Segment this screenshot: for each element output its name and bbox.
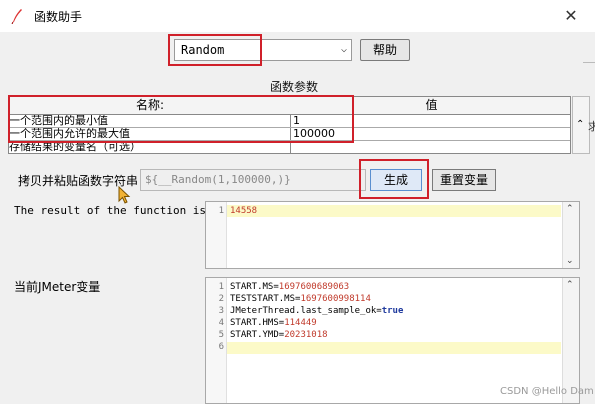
mouse-pointer-icon (118, 186, 131, 204)
window-title: 函数助手 (34, 10, 83, 24)
function-string-field[interactable]: ${__Random(1,100000,)} (140, 169, 366, 191)
variable-key: JMeterThread.last_sample_ok= (230, 306, 382, 316)
result-value: 14558 (230, 206, 258, 216)
edge-text: 求 (588, 120, 595, 133)
variables-scrollbar[interactable]: ⌃ (562, 278, 579, 403)
line-number: 6 (218, 342, 224, 352)
params-label: 函数参数 (270, 80, 319, 94)
feather-pen-icon (11, 9, 22, 24)
line-number: 2 (218, 294, 224, 304)
highlight-box-generate (359, 159, 429, 199)
highlight-box-select (168, 34, 262, 66)
variable-line: START.HMS=114449 (230, 318, 317, 328)
watermark: CSDN @Hello Dam (500, 386, 594, 397)
variable-line: START.MS=1697600689063 (230, 282, 349, 292)
highlight-box-table (8, 95, 354, 143)
scroll-up-icon[interactable]: ⌃ (576, 119, 584, 130)
variable-key: START.YMD= (230, 330, 285, 340)
chevron-down-icon[interactable]: ⌵ (341, 40, 347, 60)
variable-line: TESTSTART.MS=1697600998114 (230, 294, 371, 304)
line-number: 5 (218, 330, 224, 340)
current-line-highlight (227, 205, 561, 217)
variable-key: TESTSTART.MS= (230, 294, 301, 304)
jmeter-variables-text-area[interactable]: 1 START.MS=1697600689063 2 TESTSTART.MS=… (205, 277, 580, 404)
reset-variables-button[interactable]: 重置变量 (432, 169, 496, 191)
variable-value: 114449 (284, 318, 317, 328)
line-number: 3 (218, 306, 224, 316)
result-scrollbar[interactable]: ⌃ ⌄ (562, 202, 579, 268)
variable-line: START.YMD=20231018 (230, 330, 328, 340)
divider (583, 62, 595, 72)
title-bar: 函数助手 ✕ (0, 0, 595, 32)
variable-key: START.HMS= (230, 318, 285, 328)
result-label: The result of the function is (14, 204, 207, 217)
variable-line: JMeterThread.last_sample_ok=true (230, 306, 403, 316)
scroll-up-icon[interactable]: ⌃ (566, 280, 574, 290)
line-number: 4 (218, 318, 224, 328)
help-button[interactable]: 帮助 (360, 39, 410, 61)
variable-value: 1697600998114 (300, 294, 371, 304)
close-icon[interactable]: ✕ (560, 6, 582, 26)
current-line-highlight (227, 342, 561, 354)
variable-value: true (381, 306, 404, 316)
line-number: 1 (218, 282, 224, 292)
variable-value: 1697600689063 (278, 282, 350, 292)
line-number: 1 (218, 206, 224, 216)
variable-value: 20231018 (284, 330, 328, 340)
scroll-down-icon[interactable]: ⌄ (566, 256, 574, 266)
scroll-up-icon[interactable]: ⌃ (566, 204, 574, 214)
variable-key: START.MS= (230, 282, 279, 292)
jmeter-variables-label: 当前JMeter变量 (14, 280, 101, 294)
result-text-area[interactable]: 1 14558 ⌃ ⌄ (205, 201, 580, 269)
